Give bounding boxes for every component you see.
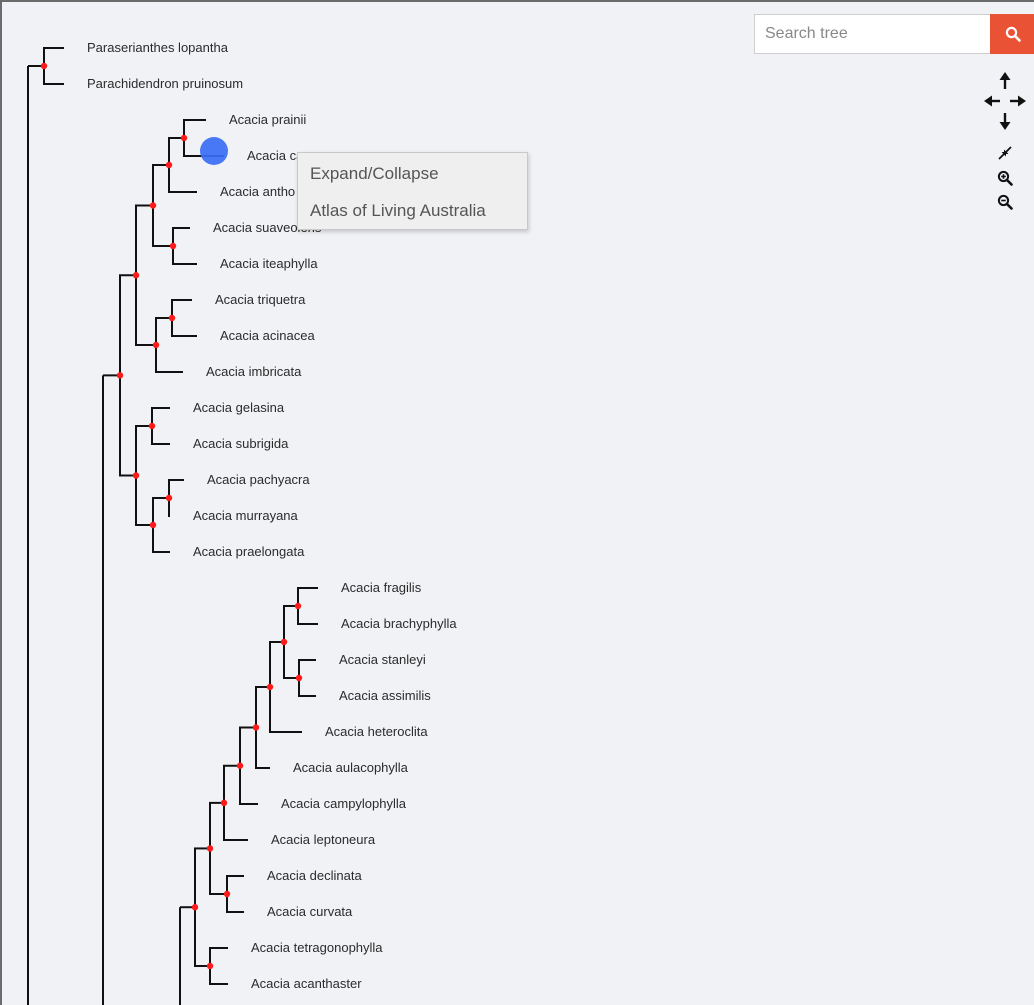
leaf-label[interactable]: Acacia tetragonophylla — [251, 940, 383, 955]
tree-node[interactable] — [223, 890, 231, 898]
zoom-out-icon[interactable] — [997, 194, 1013, 210]
tree-node[interactable] — [236, 762, 244, 769]
leaf-label[interactable]: Acacia antho — [220, 184, 295, 199]
tree-node[interactable] — [191, 904, 199, 911]
leaf-label[interactable]: Acacia iteaphylla — [220, 256, 318, 271]
leaf-label[interactable]: Acacia acinacea — [220, 328, 315, 343]
search-icon — [1005, 26, 1021, 42]
tree-node[interactable] — [266, 683, 274, 691]
leaf-label[interactable]: Acacia gelasina — [193, 400, 285, 415]
leaf-label[interactable]: Acacia pachyacra — [207, 472, 310, 487]
leaf-label[interactable]: Acacia fragilis — [341, 580, 422, 595]
tree-node[interactable] — [169, 242, 177, 250]
leaf-label[interactable]: Parachidendron pruinosum — [87, 76, 243, 91]
leaf-label[interactable]: Acacia campylophylla — [281, 796, 407, 811]
tree-node[interactable] — [116, 372, 124, 379]
leaf-label[interactable]: Acacia triquetra — [215, 292, 306, 307]
leaf-label[interactable]: Acacia heteroclita — [325, 724, 428, 739]
leaf-label[interactable]: Acacia subrigida — [193, 436, 289, 451]
tree-node[interactable] — [40, 62, 48, 70]
leaf-label[interactable]: Acacia curvata — [267, 904, 353, 919]
search-button[interactable] — [990, 14, 1034, 54]
tree-node[interactable] — [295, 674, 303, 682]
tree-node[interactable] — [206, 845, 214, 852]
tree-node[interactable] — [280, 638, 288, 646]
tree-node[interactable] — [148, 422, 156, 430]
menu-item-expand-collapse[interactable]: Expand/Collapse — [310, 164, 439, 184]
leaf-label[interactable]: Acacia imbricata — [206, 364, 302, 379]
tree-node[interactable] — [132, 272, 140, 279]
leaf-label[interactable]: Acacia acanthaster — [251, 976, 362, 991]
pan-icon[interactable] — [982, 70, 1028, 132]
leaf-label[interactable]: Acacia leptoneura — [271, 832, 376, 847]
leaf-label[interactable]: Acacia declinata — [267, 868, 362, 883]
zoom-in-icon[interactable] — [997, 170, 1013, 186]
tree-node[interactable] — [168, 314, 176, 322]
tree-node[interactable] — [165, 494, 173, 502]
search-bar — [754, 14, 1034, 54]
tree-node[interactable] — [152, 341, 160, 349]
leaf-label[interactable]: Acacia praelongata — [193, 544, 305, 559]
tree-node[interactable] — [206, 962, 214, 970]
tree-node[interactable] — [132, 472, 140, 479]
tree-viewer[interactable]: Paraserianthes lopantha Parachidendron pr… — [0, 0, 1034, 1005]
tree-node[interactable] — [294, 602, 302, 610]
leaf-label[interactable]: Acacia brachyphylla — [341, 616, 457, 631]
context-menu: Expand/Collapse Atlas of Living Australi… — [297, 152, 528, 230]
menu-item-atlas-of-living-australia[interactable]: Atlas of Living Australia — [310, 201, 486, 221]
reset-zoom-icon[interactable] — [997, 145, 1013, 161]
tree-node[interactable] — [180, 134, 188, 142]
leaf-label[interactable]: Acacia stanleyi — [339, 652, 426, 667]
search-input[interactable] — [754, 14, 990, 54]
leaf-label[interactable]: Paraserianthes lopantha — [87, 40, 229, 55]
leaf-label[interactable]: Acacia prainii — [229, 112, 306, 127]
cursor-indicator — [200, 137, 228, 165]
leaf-label[interactable]: Acacia murrayana — [193, 508, 299, 523]
tree-node[interactable] — [165, 161, 173, 169]
tree-node[interactable] — [252, 724, 260, 731]
tree-node[interactable] — [220, 799, 228, 807]
tree-node[interactable] — [149, 202, 157, 209]
tree-controls — [980, 70, 1030, 220]
leaf-label[interactable]: Acacia aulacophylla — [293, 760, 409, 775]
leaf-label[interactable]: Acacia assimilis — [339, 688, 431, 703]
tree-node[interactable] — [149, 521, 157, 529]
